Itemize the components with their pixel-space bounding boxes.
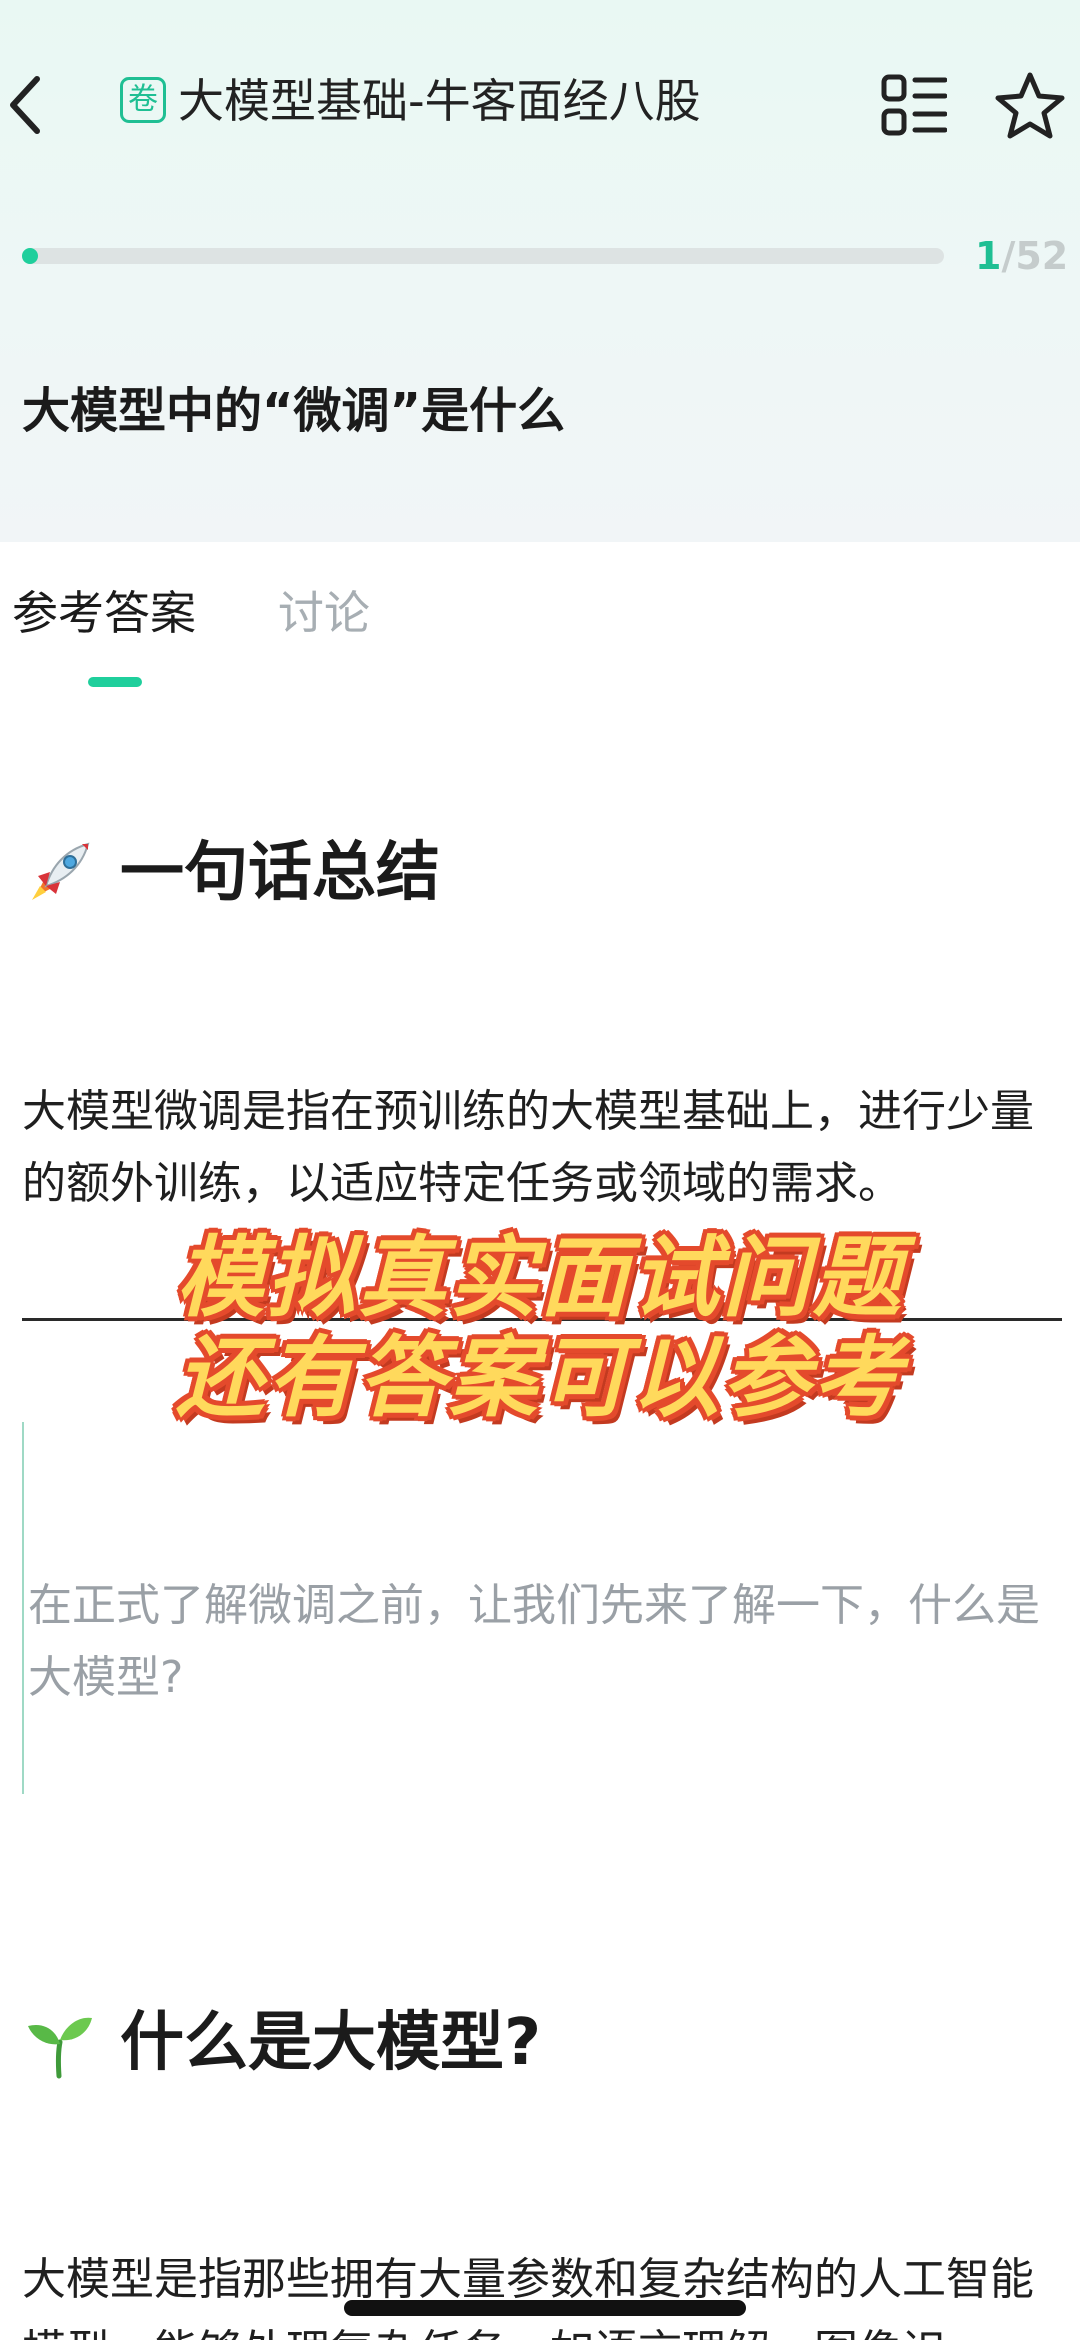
nav-bar: 卷 大模型基础-牛客面经八股 (0, 55, 1080, 165)
progress-total: 52 (1015, 234, 1069, 278)
question-list-icon (881, 74, 947, 136)
section-title: 一句话总结 (120, 836, 440, 910)
progress-counter: 1/52 (975, 230, 1068, 282)
favorite-button[interactable] (990, 63, 1070, 147)
section-title: 什么是大模型? (120, 2006, 542, 2080)
star-outline-icon (995, 72, 1065, 139)
intro-paragraph: 大模型是指那些拥有大量参数和复杂结构的人工智能模型，能够处理复杂任务，如语言理解… (22, 2254, 1034, 2340)
chevron-left-icon (10, 76, 40, 134)
header-area: 卷 大模型基础-牛客面经八股 1/52 大模型中的“微调”是什么 (0, 0, 1080, 542)
rocket-icon (32, 842, 90, 900)
seedling-icon (28, 2017, 92, 2079)
blockquote-text: 在正式了解微调之前，让我们先来了解一下，什么是大模型? (28, 1580, 1040, 1703)
page-title: 大模型基础-牛客面经八股 (178, 74, 701, 128)
back-button[interactable] (0, 65, 50, 145)
section-heading-what-is-llm: 什么是大模型? (22, 2000, 541, 2086)
promo-overlay-caption: 模拟真实面试问题 还有答案可以参考 (150, 1228, 930, 1428)
question-list-button[interactable] (878, 65, 950, 145)
overlay-line-1: 模拟真实面试问题 (175, 1226, 904, 1329)
tab-bar: 参考答案 讨论 (0, 580, 1080, 700)
overlay-line-2: 还有答案可以参考 (175, 1326, 904, 1429)
progress-separator: / (1001, 234, 1016, 278)
progress-bar (22, 248, 944, 264)
section-heading-summary: 一句话总结 (22, 830, 440, 916)
home-indicator[interactable] (344, 2300, 746, 2316)
progress-fill (22, 248, 38, 264)
progress-current: 1 (975, 234, 1002, 278)
tab-active-indicator (88, 677, 142, 687)
tab-reference-answer[interactable]: 参考答案 (12, 580, 196, 646)
quote-border (22, 1422, 24, 1794)
question-title: 大模型中的“微调”是什么 (22, 383, 566, 439)
tab-discussion[interactable]: 讨论 (278, 580, 370, 646)
paper-badge: 卷 (120, 77, 166, 123)
summary-paragraph: 大模型微调是指在预训练的大模型基础上，进行少量的额外训练，以适应特定任务或领域的… (22, 1086, 1034, 1209)
